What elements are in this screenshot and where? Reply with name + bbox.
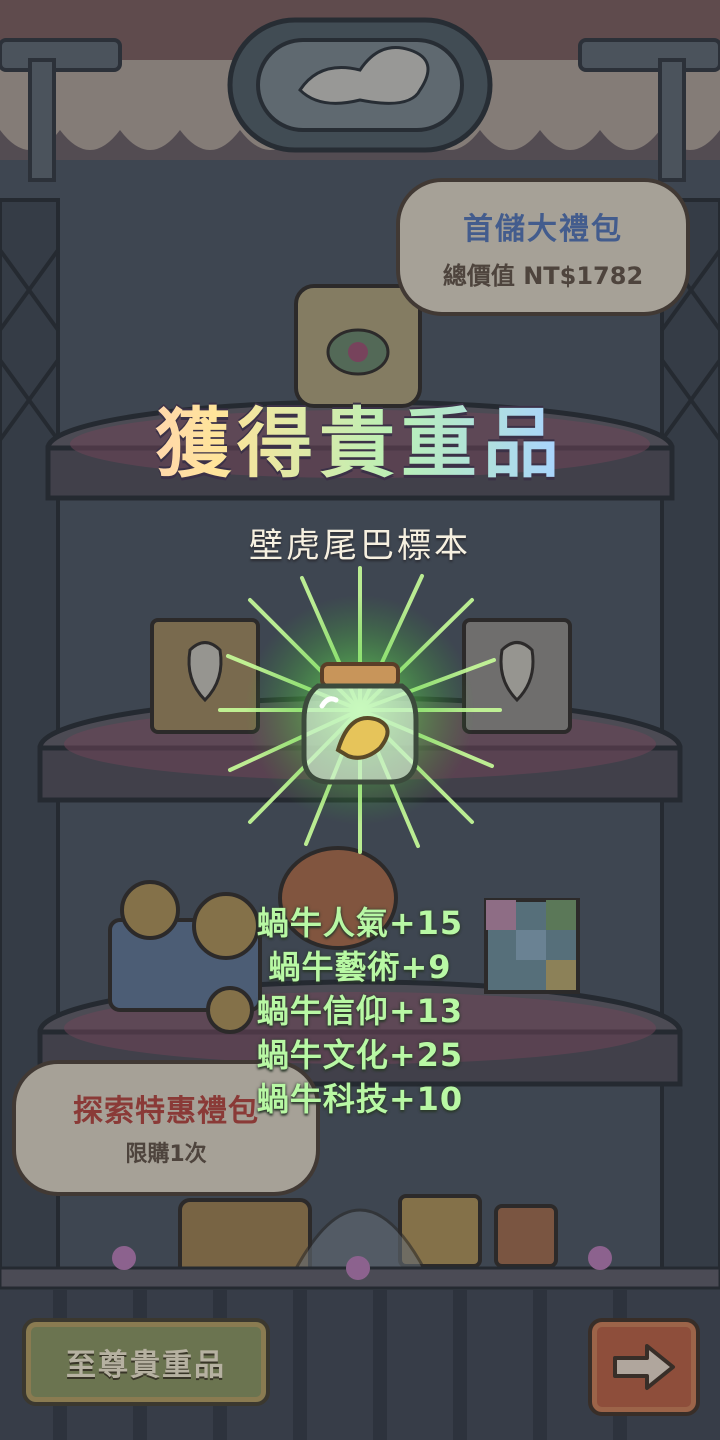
first-purchase-bundle-value: 總價值 NT$1782 [442, 262, 644, 290]
specimen-jar-icon [218, 566, 502, 854]
ghost-tube [227, 17, 493, 153]
stat-culture: 蝸牛文化+25 [256, 1036, 464, 1074]
first-purchase-bundle-bubble[interactable]: 首儲大禮包 總價值 NT$1782 [396, 178, 690, 316]
premium-valuables-label: 至尊貴重品 [66, 1348, 226, 1383]
stat-popularity: 蝸牛人氣+15 [256, 904, 464, 942]
explore-bundle-limit: 限購1次 [125, 1142, 207, 1167]
stat-art: 蝸牛藝術+9 [268, 948, 452, 986]
stat-list: 蝸牛人氣+15 蝸牛藝術+9 蝸牛信仰+13 蝸牛文化+25 蝸牛科技+10 [200, 898, 520, 1118]
next-button[interactable] [588, 1318, 700, 1416]
arrow-right-icon [613, 1344, 675, 1390]
stat-technology: 蝸牛科技+10 [256, 1080, 464, 1118]
first-purchase-bundle-title: 首儲大禮包 [463, 212, 623, 247]
premium-valuables-button[interactable]: 至尊貴重品 [22, 1318, 270, 1406]
popup-title: 獲得貴重品 [0, 382, 720, 492]
stat-faith: 蝸牛信仰+13 [256, 992, 464, 1030]
